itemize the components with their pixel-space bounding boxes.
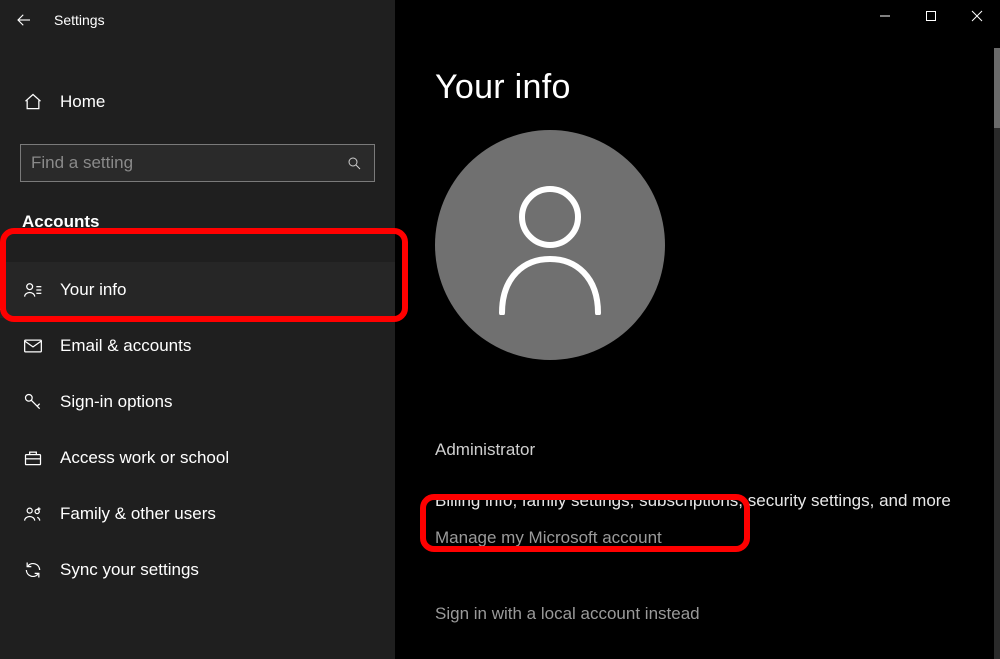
scrollbar-thumb[interactable] [994, 48, 1000, 128]
title-bar: Settings [0, 0, 395, 40]
back-button[interactable] [0, 0, 48, 40]
minimize-icon [879, 10, 891, 22]
search-container [20, 144, 375, 182]
sidebar-item-your-info[interactable]: Your info [0, 262, 395, 318]
search-input[interactable] [31, 153, 344, 173]
sidebar: Settings Home Accou [0, 0, 395, 659]
user-avatar[interactable] [435, 130, 665, 360]
sidebar-item-home[interactable]: Home [0, 82, 395, 122]
window-controls [862, 0, 1000, 32]
close-icon [971, 10, 983, 22]
billing-info-text: Billing info, family settings, subscript… [435, 491, 951, 511]
sidebar-item-email-accounts[interactable]: Email & accounts [0, 318, 395, 374]
briefcase-icon [22, 448, 44, 468]
scrollbar-track[interactable] [994, 48, 1000, 659]
mail-icon [22, 336, 44, 356]
maximize-icon [925, 10, 937, 22]
search-box[interactable] [20, 144, 375, 182]
person-icon [490, 175, 610, 315]
sidebar-item-signin-options[interactable]: Sign-in options [0, 374, 395, 430]
settings-window: Settings Home Accou [0, 0, 1000, 659]
people-icon [22, 504, 44, 524]
sidebar-item-label: Sync your settings [60, 560, 199, 580]
home-icon [22, 92, 44, 112]
local-account-link[interactable]: Sign in with a local account instead [435, 604, 700, 624]
sidebar-item-access-work-school[interactable]: Access work or school [0, 430, 395, 486]
sidebar-section-title: Accounts [0, 212, 395, 232]
close-button[interactable] [954, 0, 1000, 32]
page-heading: Your info [435, 68, 571, 107]
content-area: Your info Administrator Billing info, fa… [395, 0, 1000, 659]
manage-account-link[interactable]: Manage my Microsoft account [435, 528, 662, 548]
sidebar-item-label: Access work or school [60, 448, 229, 468]
sidebar-item-label: Your info [60, 280, 126, 300]
minimize-button[interactable] [862, 0, 908, 32]
sidebar-item-sync-settings[interactable]: Sync your settings [0, 542, 395, 598]
search-icon [344, 155, 364, 171]
sync-icon [22, 560, 44, 580]
sidebar-menu: Your info Email & accounts [0, 262, 395, 598]
person-card-icon [22, 280, 44, 300]
sidebar-item-label: Email & accounts [60, 336, 191, 356]
home-label: Home [60, 92, 105, 112]
account-role: Administrator [435, 440, 535, 460]
window-title: Settings [54, 12, 105, 28]
maximize-button[interactable] [908, 0, 954, 32]
sidebar-item-label: Sign-in options [60, 392, 172, 412]
sidebar-item-label: Family & other users [60, 504, 216, 524]
arrow-left-icon [15, 11, 33, 29]
sidebar-item-family-other-users[interactable]: Family & other users [0, 486, 395, 542]
key-icon [22, 392, 44, 412]
